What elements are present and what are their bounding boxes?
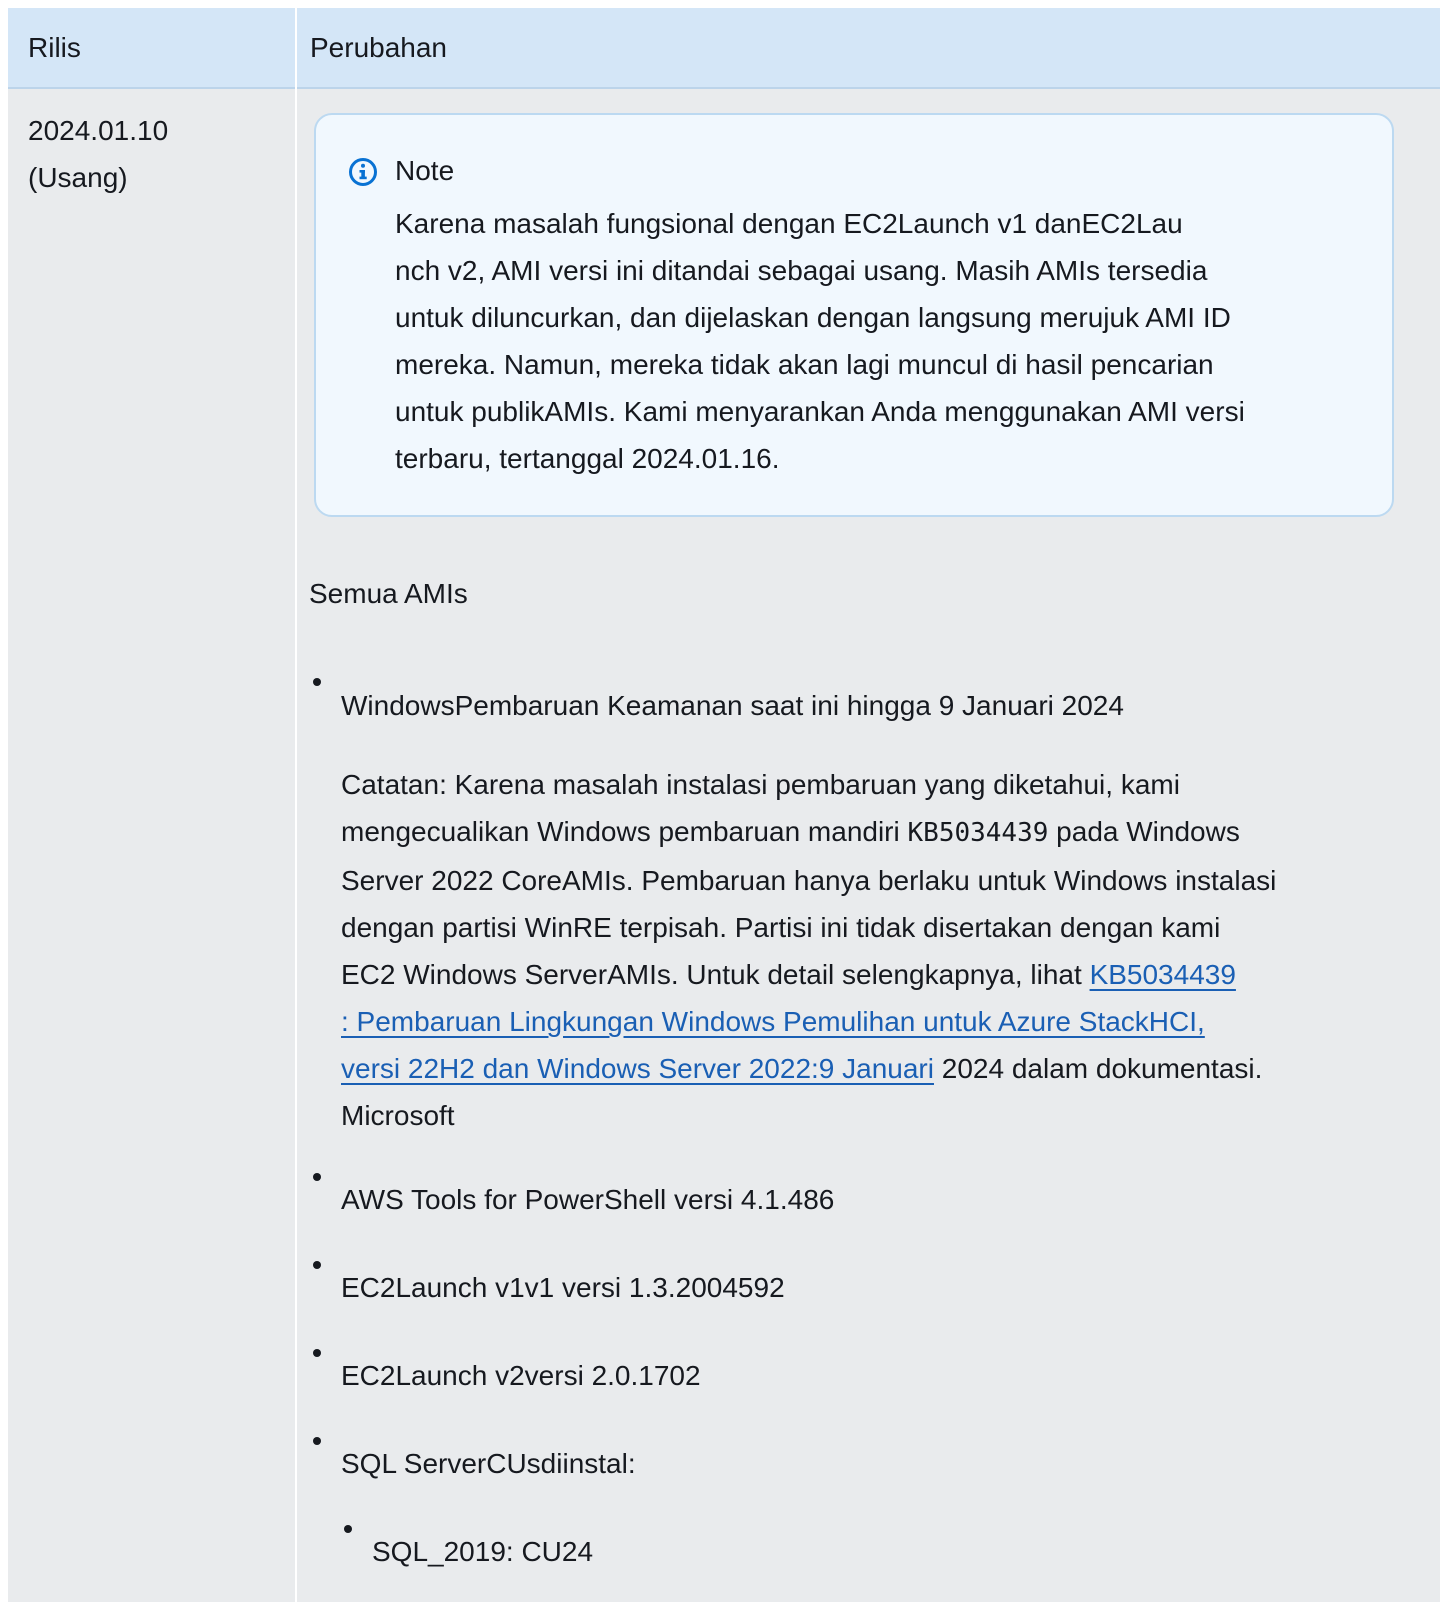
release-version: 2024.01.10 [28,115,169,146]
table-row: 2024.01.10 (Usang) Note Karena masalah f… [8,89,1440,1602]
catatan-line: EC2 Windows ServerAMIs. Untuk detail sel… [341,951,1276,998]
list-item-ec2launch-v1: EC2Launch v1v1 versi 1.3.2004592 [341,1272,785,1303]
note-line: mereka. Namun, mereka tidak akan lagi mu… [395,349,1214,380]
column-header-release: Rilis [28,32,81,63]
list-item-sql-cus: SQL ServerCUsdiinstal: [341,1448,636,1479]
kb5034439-link-cont[interactable]: : Pembaruan Lingkungan Windows Pemulihan… [341,1006,1205,1037]
note-line: nch v2, AMI versi ini ditandai sebagai u… [395,255,1208,286]
catatan-line: mengecualikan Windows pembaruan mandiri … [341,808,1276,857]
catatan-line: Server 2022 CoreAMIs. Pembaruan hanya be… [341,865,1277,896]
note-line: Karena masalah fungsional dengan EC2Laun… [395,208,1183,239]
list-bullet [313,1437,321,1445]
note-callout: Note Karena masalah fungsional dengan EC… [314,113,1394,517]
catatan-line: versi 22H2 dan Windows Server 2022:9 Jan… [341,1045,1276,1092]
catatan-text: 2024 dalam dokumentasi. [933,1053,1263,1084]
list-bullet [313,1349,321,1357]
release-cell: 2024.01.10 (Usang) [28,107,168,201]
list-bullet [313,678,321,686]
note-line: untuk publikAMIs. Kami menyarankan Anda … [395,396,1245,427]
catatan-line: Catatan: Karena masalah instalasi pembar… [341,769,1180,800]
section-title: Semua AMIs [309,578,468,609]
note-body: Karena masalah fungsional dengan EC2Laun… [395,200,1375,482]
list-bullet-nested [344,1525,352,1533]
table-header-row: Rilis Perubahan [8,8,1440,89]
catatan-text: pada Windows [1048,816,1240,847]
catatan-line: : Pembaruan Lingkungan Windows Pemulihan… [341,998,1276,1045]
column-header-changes: Perubahan [310,32,448,63]
list-bullet [313,1173,321,1181]
note-line: untuk diluncurkan, dan dijelaskan dengan… [395,302,1231,333]
kb-code: KB5034439 [907,818,1049,848]
catatan-text: EC2 Windows ServerAMIs. Untuk detail sel… [341,959,1090,990]
release-notes-table: Rilis Perubahan 2024.01.10 (Usang) Note … [8,8,1440,1602]
catatan-line: Microsoft [341,1100,455,1131]
kb5034439-link-cont[interactable]: versi 22H2 dan Windows Server 2022:9 Jan… [341,1053,934,1084]
list-item-ec2launch-v2: EC2Launch v2versi 2.0.1702 [341,1360,701,1391]
kb5034439-link[interactable]: KB5034439 [1090,959,1236,990]
list-item-sql-2019: SQL_2019: CU24 [372,1536,594,1567]
info-icon [349,158,377,186]
list-item-security-update: WindowsPembaruan Keamanan saat ini hingg… [341,690,1124,721]
catatan-paragraph: Catatan: Karena masalah instalasi pembar… [341,761,1276,1139]
column-divider [295,8,297,1602]
catatan-text: mengecualikan Windows pembaruan mandiri [341,816,908,847]
release-status: (Usang) [28,162,128,193]
note-line: terbaru, tertanggal 2024.01.16. [395,443,780,474]
list-bullet [313,1261,321,1269]
note-title: Note [395,155,455,186]
list-item-tools: AWS Tools for PowerShell versi 4.1.486 [341,1184,835,1215]
catatan-line: dengan partisi WinRE terpisah. Partisi i… [341,912,1221,943]
